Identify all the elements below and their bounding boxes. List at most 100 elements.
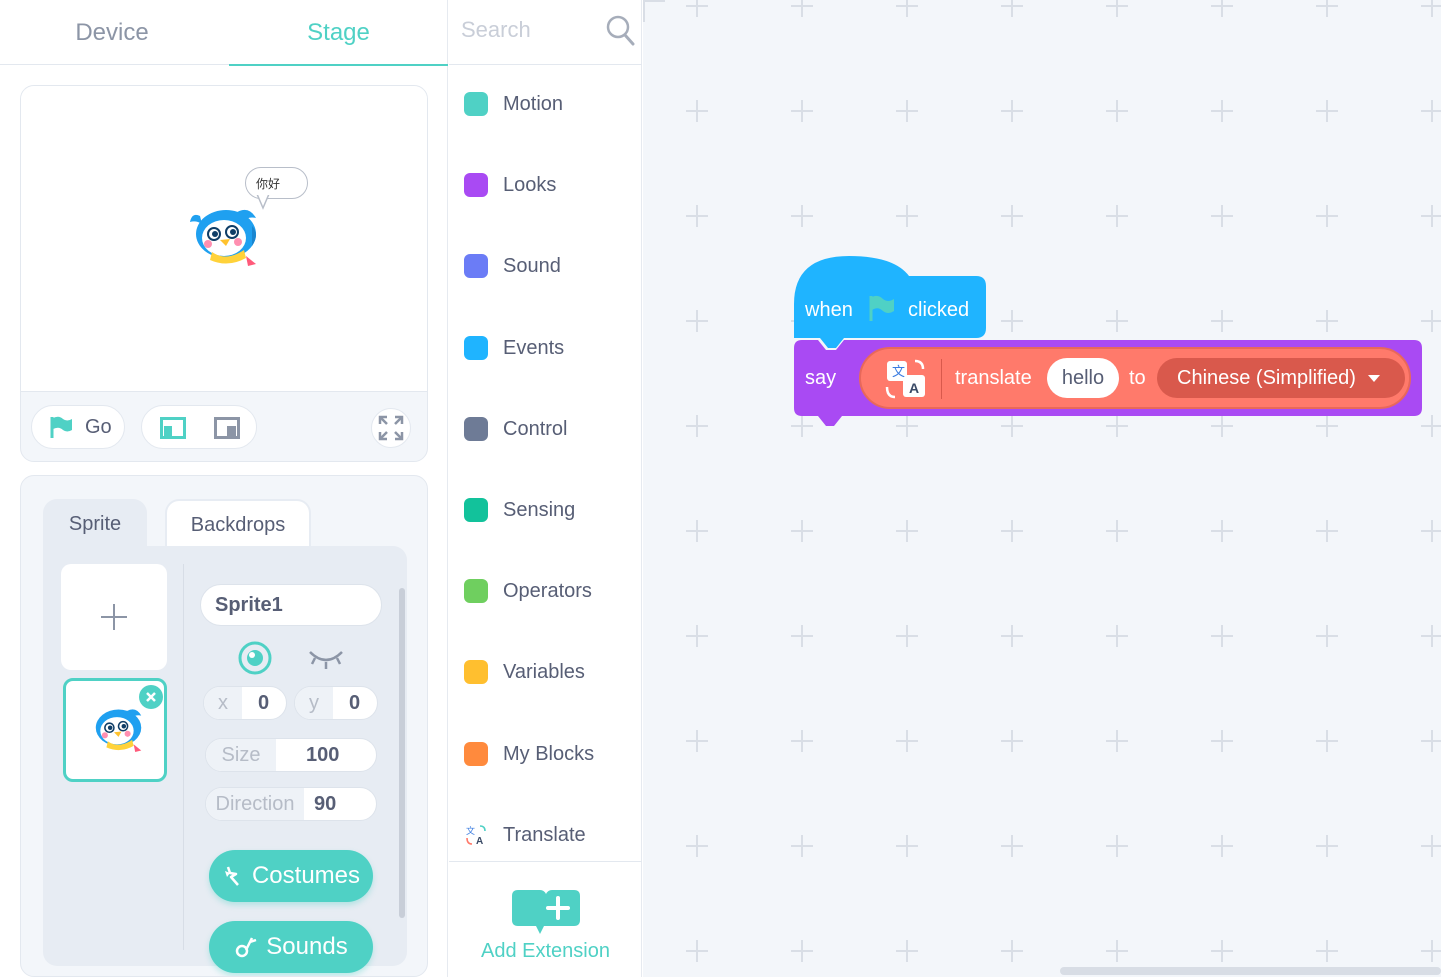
grid-plus-mark [896, 205, 918, 227]
category-sound[interactable]: Sound [449, 236, 642, 296]
translate-icon: 文A [466, 825, 486, 847]
grid-plus-mark [1316, 520, 1338, 542]
grid-plus-mark [1001, 100, 1023, 122]
script-workspace[interactable]: when clicked say 文 A translate hello to … [643, 0, 1441, 977]
search-input[interactable]: Search [461, 17, 531, 43]
grid-plus-mark [791, 100, 813, 122]
direction-value: 90 [314, 792, 337, 815]
panel-divider [183, 564, 184, 950]
fullscreen-button[interactable] [371, 408, 411, 448]
category-motion[interactable]: Motion [449, 74, 642, 134]
grid-plus-mark [1316, 205, 1338, 227]
svg-text:A: A [909, 380, 919, 396]
reporter-separator [941, 359, 942, 399]
grid-plus-mark [896, 835, 918, 857]
hide-sprite-icon[interactable] [307, 644, 345, 672]
small-stage-icon[interactable] [160, 417, 186, 439]
costumes-button[interactable]: Costumes [209, 850, 373, 902]
plus-icon [101, 604, 127, 630]
sounds-button[interactable]: Sounds [209, 921, 373, 973]
category-looks[interactable]: Looks [449, 155, 642, 215]
category-variables[interactable]: Variables [449, 642, 642, 702]
grid-plus-mark [1211, 520, 1233, 542]
category-translate[interactable]: 文 A Translate [449, 805, 642, 865]
grid-plus-mark [1211, 730, 1233, 752]
grid-plus-mark [1001, 205, 1023, 227]
grid-plus-mark [1106, 100, 1128, 122]
search-bar[interactable]: Search [449, 0, 642, 65]
size-label: Size [206, 739, 276, 771]
owl-sprite[interactable] [186, 204, 262, 270]
clicked-label: clicked [908, 299, 970, 321]
text-input[interactable]: hello [1047, 358, 1119, 398]
grid-plus-mark [686, 730, 708, 752]
stage-canvas[interactable]: 你好 [21, 86, 427, 391]
sprite-panel-body: Sprite1 x 0 y 0 Size 100 Direction 90 Co… [43, 546, 407, 973]
owl-thumbnail-icon [95, 709, 142, 752]
stage-controls: Go [21, 391, 427, 461]
grid-plus-mark [1211, 205, 1233, 227]
workspace-horizontal-scrollbar[interactable] [1060, 967, 1441, 975]
category-label: Sensing [503, 498, 576, 521]
add-sprite-button[interactable] [61, 564, 167, 670]
go-label: Go [85, 415, 112, 438]
grid-plus-mark [1211, 100, 1233, 122]
grid-plus-mark [686, 0, 708, 17]
grid-plus-mark [896, 520, 918, 542]
grid-plus-mark [1316, 835, 1338, 857]
grid-plus-mark [1106, 520, 1128, 542]
svg-text:文: 文 [892, 365, 905, 380]
category-control[interactable]: Control [449, 399, 642, 459]
category-operators[interactable]: Operators [449, 561, 642, 621]
grid-plus-mark [1211, 310, 1233, 332]
sprite-thumbnail[interactable] [63, 678, 167, 782]
music-note-icon [236, 937, 257, 958]
size-value: 100 [306, 743, 340, 766]
category-color-dot [464, 336, 488, 360]
go-button[interactable]: Go [31, 405, 125, 449]
grid-plus-mark [1421, 730, 1441, 752]
sprite-panel-scrollbar[interactable] [399, 588, 405, 918]
category-color-dot [464, 742, 488, 766]
translate-reporter-block[interactable]: 文 A translate hello to Chinese (Simplifi… [859, 347, 1411, 409]
size-field[interactable]: Size 100 [205, 738, 377, 772]
grid-plus-mark [1106, 625, 1128, 647]
grid-plus-mark [1316, 0, 1338, 17]
show-sprite-icon[interactable] [237, 640, 273, 676]
language-dropdown[interactable]: Chinese (Simplified) [1157, 358, 1405, 398]
grid-plus-mark [1001, 940, 1023, 962]
search-icon[interactable] [605, 14, 635, 46]
x-position-field[interactable]: x 0 [203, 686, 287, 720]
category-label: Looks [503, 173, 557, 196]
grid-plus-mark [1211, 625, 1233, 647]
category-label: My Blocks [503, 742, 595, 765]
grid-plus-mark [1106, 730, 1128, 752]
grid-plus-mark [896, 940, 918, 962]
sprite-name-field[interactable]: Sprite1 [200, 584, 382, 626]
category-sensing[interactable]: Sensing [449, 480, 642, 540]
tab-backdrops[interactable]: Backdrops [165, 499, 311, 549]
large-stage-icon[interactable] [214, 417, 240, 439]
grid-plus-mark [791, 940, 813, 962]
tab-device[interactable]: Device [0, 0, 224, 65]
grid-plus-mark [1421, 205, 1441, 227]
say-label: say [805, 367, 837, 389]
grid-plus-mark [791, 520, 813, 542]
tab-sprite[interactable]: Sprite [43, 499, 147, 549]
grid-plus-mark [1106, 205, 1128, 227]
category-my-blocks[interactable]: My Blocks [449, 724, 642, 784]
fullscreen-icon [378, 415, 404, 441]
y-position-field[interactable]: y 0 [294, 686, 378, 720]
direction-field[interactable]: Direction 90 [205, 787, 377, 821]
block-palette: Search Motion Looks Sound Events Control Sens… [449, 0, 642, 977]
panel-tabs: Device Stage [0, 0, 448, 66]
grid-plus-mark [791, 205, 813, 227]
grid-plus-mark [686, 940, 708, 962]
grid-plus-mark [791, 835, 813, 857]
category-events[interactable]: Events [449, 318, 642, 378]
grid-plus-mark [1001, 835, 1023, 857]
tab-stage[interactable]: Stage [229, 0, 448, 66]
language-value: Chinese (Simplified) [1177, 366, 1356, 389]
grid-plus-mark [1421, 0, 1441, 17]
x-label: x [204, 687, 242, 719]
